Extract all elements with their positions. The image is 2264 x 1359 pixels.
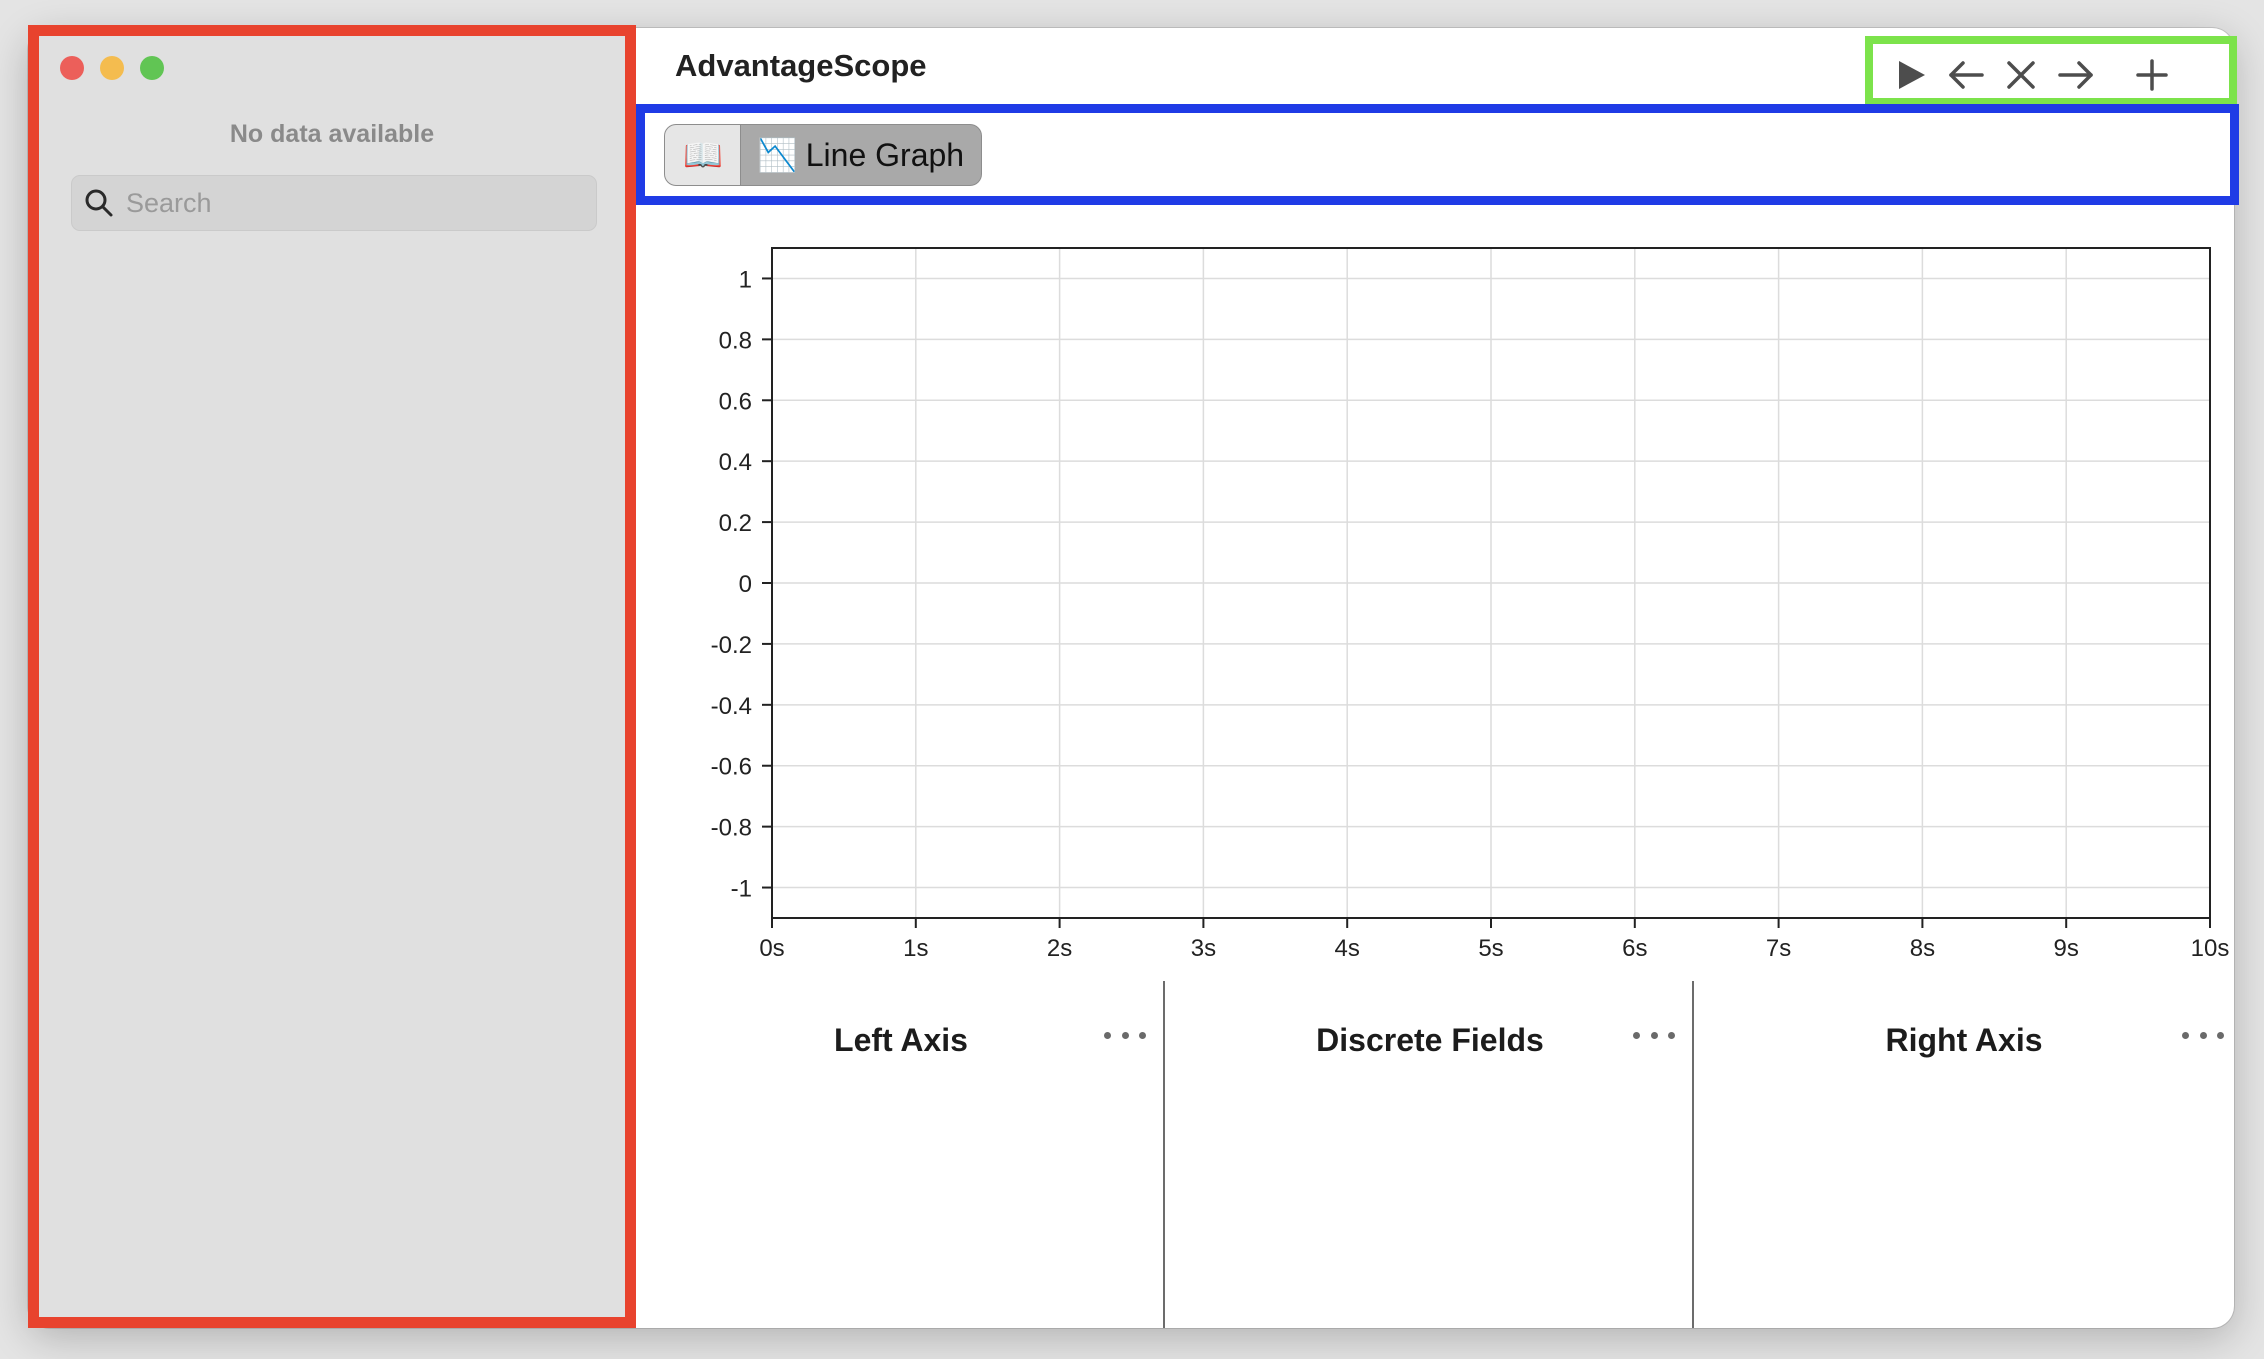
close-tab-button[interactable]	[1998, 52, 2044, 98]
play-button[interactable]	[1888, 52, 1934, 98]
dot-icon	[2199, 1031, 2207, 1039]
search-input[interactable]	[126, 176, 586, 230]
x-tick-label: 8s	[1910, 935, 1935, 962]
left-axis-title: Left Axis	[834, 1022, 968, 1058]
x-tick-label: 3s	[1191, 935, 1216, 962]
right-axis-menu-button[interactable]	[2182, 1020, 2224, 1050]
x-tick-label: 0s	[759, 935, 784, 962]
chart-down-icon: 📉	[757, 137, 798, 173]
search-box[interactable]	[71, 175, 597, 231]
dot-icon	[1633, 1031, 1640, 1039]
y-tick-label: 0	[739, 571, 752, 598]
sidebar: No data available	[28, 28, 636, 1328]
y-tick-label: 0.6	[719, 388, 752, 415]
left-axis-menu-button[interactable]	[1104, 1020, 1146, 1050]
no-data-message: No data available	[229, 120, 435, 148]
right-axis-panel: Right Axis	[1694, 980, 2234, 1328]
x-tick-label: 7s	[1766, 935, 1791, 962]
tab-documentation[interactable]: 📖	[664, 124, 742, 186]
discrete-fields-title: Discrete Fields	[1316, 1022, 1544, 1058]
dot-icon	[2217, 1031, 2224, 1039]
dot-icon	[1668, 1031, 1675, 1039]
y-tick-label: 0.8	[719, 327, 752, 354]
y-tick-label: 0.2	[719, 510, 752, 537]
line-graph-svg[interactable]: 0s 1s 2s 3s 4s 5s 6s 7s 8s 9s 10s 1 0.8 0.6 0.4 0.2 0 -0.…	[636, 216, 2234, 986]
arrow-right-icon	[2058, 61, 2093, 89]
dot-icon	[1650, 1031, 1658, 1039]
window-maximize-button[interactable]	[140, 56, 164, 80]
book-icon: 📖	[683, 137, 723, 173]
x-tick-label: 10s	[2191, 935, 2230, 962]
y-tick-label: 1	[739, 266, 752, 293]
dot-icon	[1121, 1031, 1129, 1039]
window-minimize-button[interactable]	[100, 56, 124, 80]
plus-icon	[2136, 59, 2168, 91]
y-tick-label: -0.6	[711, 754, 752, 781]
y-tick-label: -1	[731, 876, 752, 903]
x-tick-label: 4s	[1335, 935, 1360, 962]
search-icon	[85, 189, 113, 217]
x-tick-label: 1s	[903, 935, 928, 962]
play-icon	[1899, 61, 1925, 89]
y-tick-label: -0.2	[711, 632, 752, 659]
forward-button[interactable]	[2053, 52, 2099, 98]
x-tick-label: 6s	[1622, 935, 1647, 962]
x-tick-label: 5s	[1478, 935, 1503, 962]
close-icon	[2007, 61, 2035, 89]
app-window: No data available AdvantageScope	[28, 28, 2234, 1328]
dot-icon	[1139, 1031, 1146, 1039]
tab-line-graph[interactable]: 📉 Line Graph	[740, 124, 982, 186]
arrow-left-icon	[1949, 61, 1984, 89]
dot-icon	[2182, 1031, 2189, 1039]
y-tick-label: -0.4	[711, 693, 752, 720]
dot-icon	[1104, 1031, 1111, 1039]
window-close-button[interactable]	[60, 56, 84, 80]
tab-label: Line Graph	[805, 136, 965, 173]
discrete-fields-panel: Discrete Fields	[1165, 980, 1695, 1328]
y-tick-label: 0.4	[719, 449, 752, 476]
app-title: AdvantageScope	[675, 48, 927, 83]
discrete-fields-menu-button[interactable]	[1633, 1020, 1675, 1050]
tab-bar: 📖 📉 Line Graph	[636, 108, 2234, 216]
left-axis-panel: Left Axis	[636, 980, 1166, 1328]
right-axis-title: Right Axis	[1885, 1022, 2043, 1058]
back-button[interactable]	[1943, 52, 1989, 98]
x-tick-label: 2s	[1047, 935, 1072, 962]
add-tab-button[interactable]	[2129, 52, 2175, 98]
y-tick-label: -0.8	[711, 815, 752, 842]
x-tick-label: 9s	[2054, 935, 2079, 962]
line-graph-chart[interactable]: 0s 1s 2s 3s 4s 5s 6s 7s 8s 9s 10s 1 0.8 0.6 0.4 0.2 0 -0.…	[636, 216, 2234, 986]
